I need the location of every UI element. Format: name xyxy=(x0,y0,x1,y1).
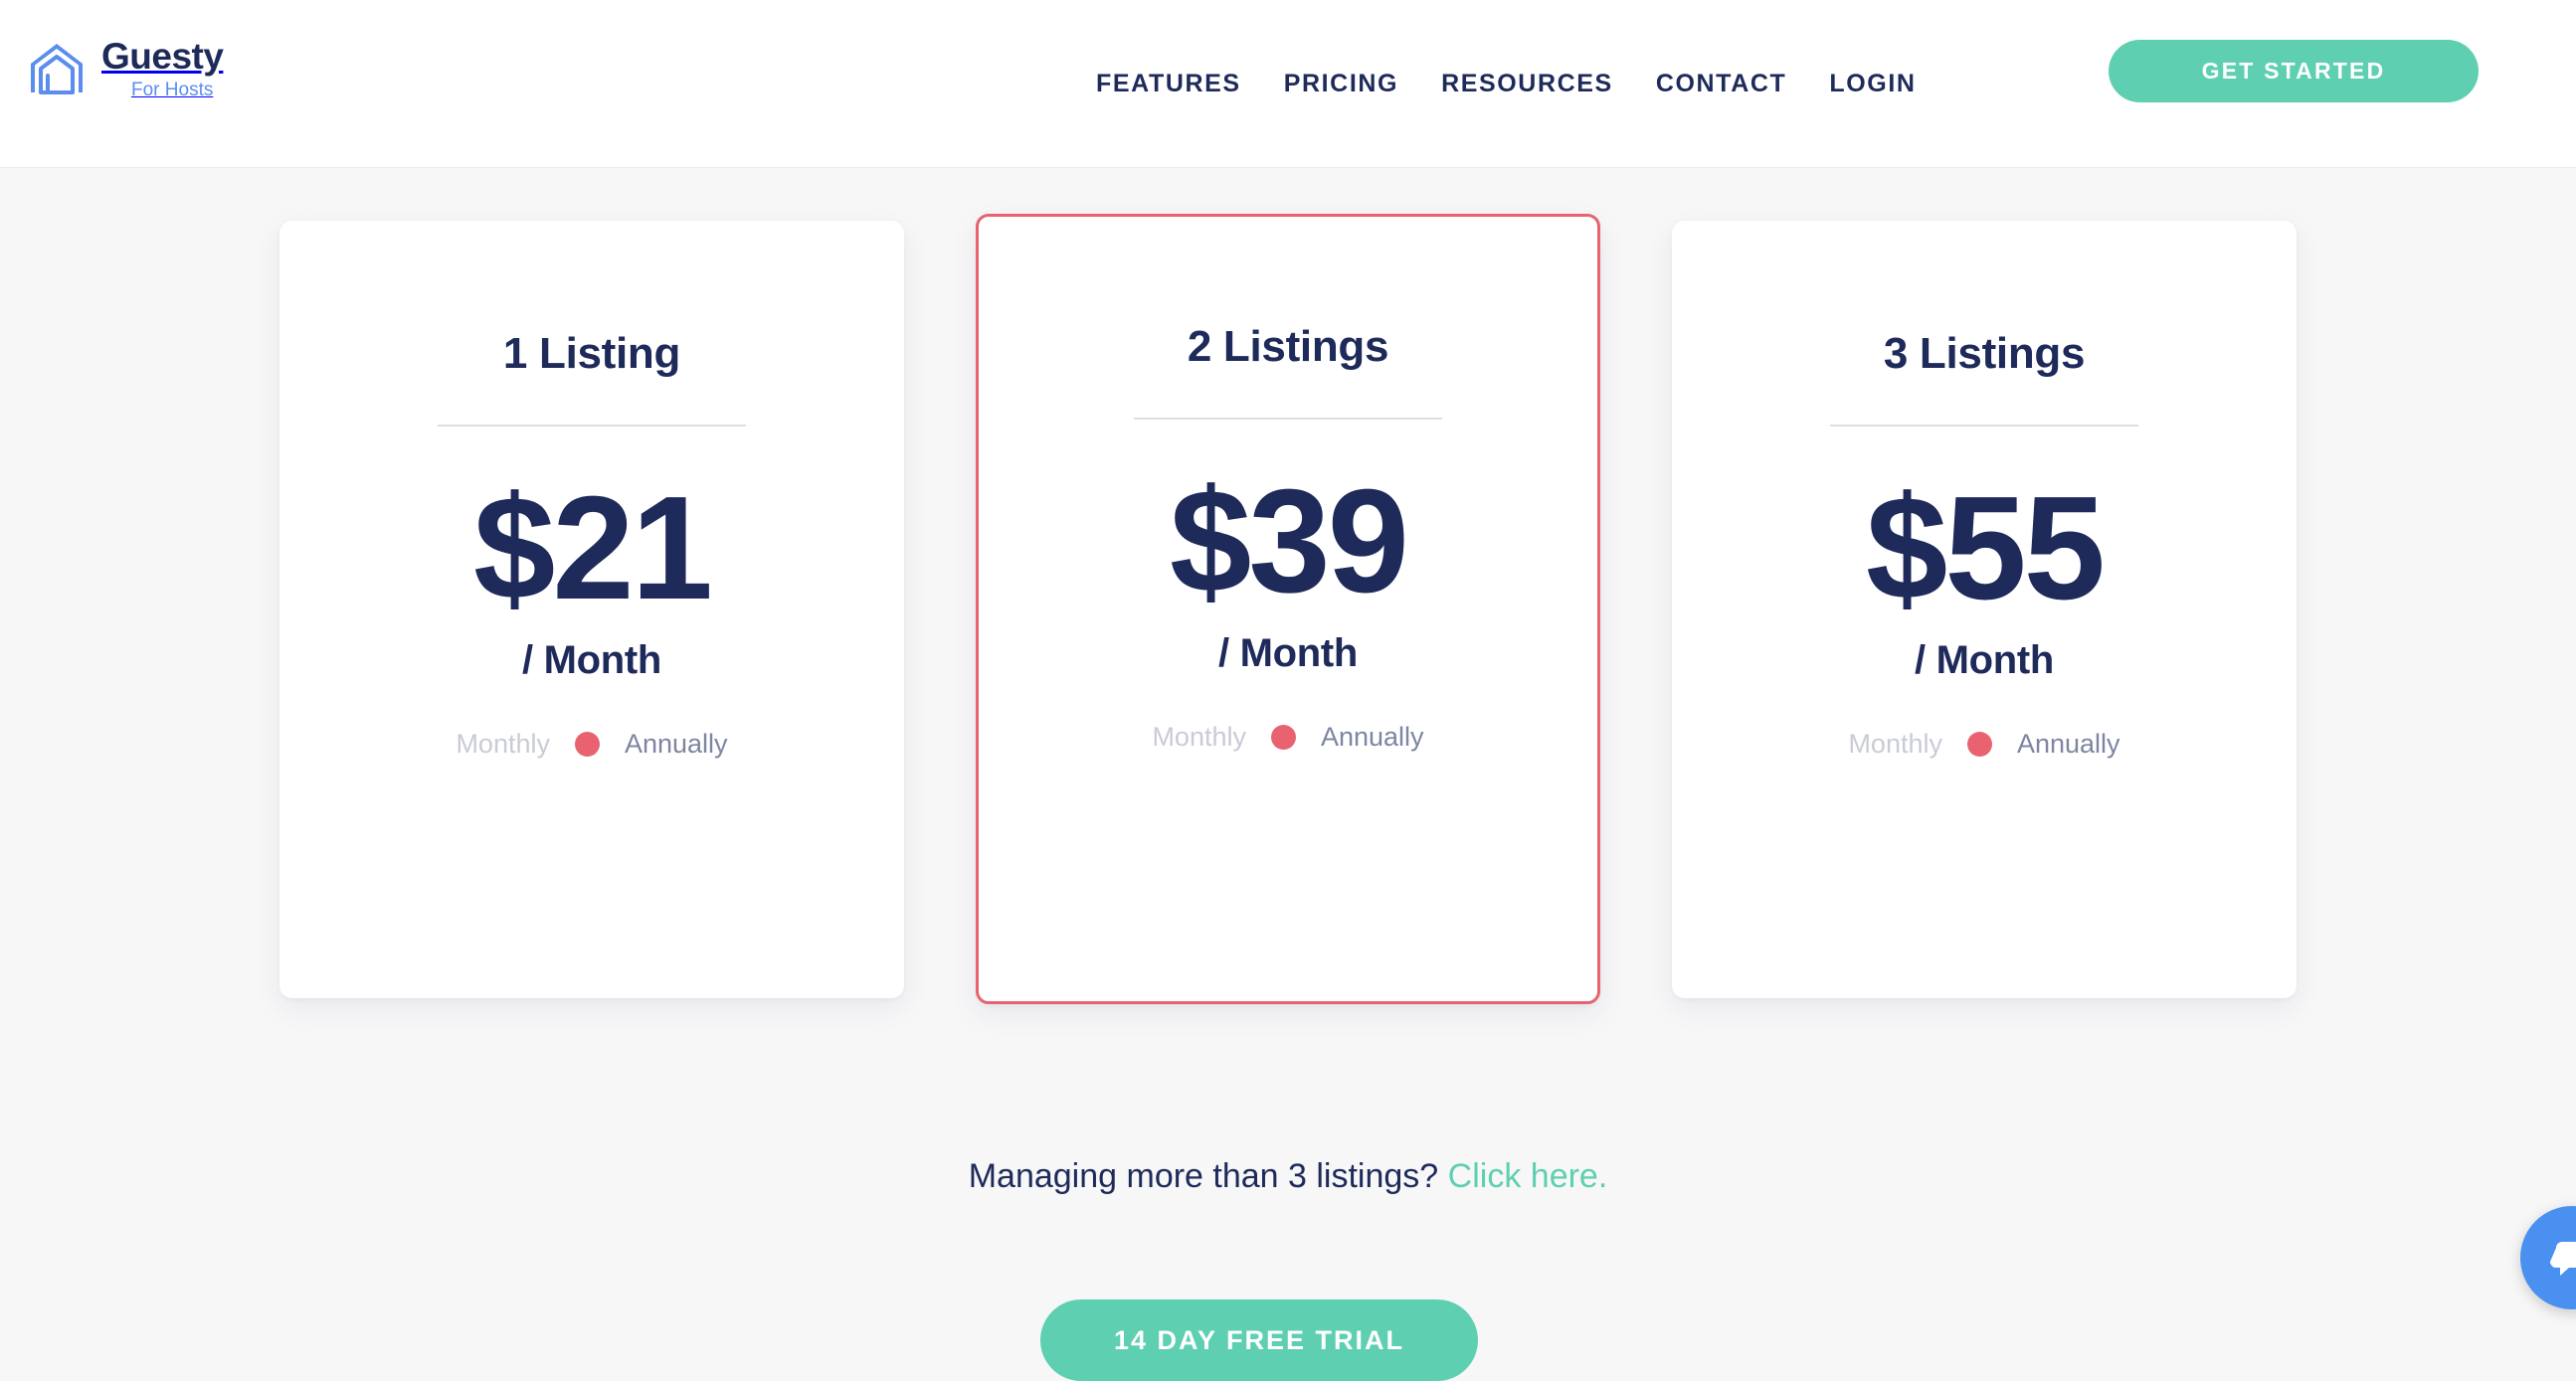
nav-item-features[interactable]: FEATURES xyxy=(1096,70,1241,98)
card-period: / Month xyxy=(1914,638,2055,682)
nav-item-pricing[interactable]: PRICING xyxy=(1284,70,1398,98)
card-divider xyxy=(1830,425,2138,427)
billing-annually-label[interactable]: Annually xyxy=(625,729,728,760)
card-title: 2 Listings xyxy=(1187,322,1389,371)
chat-bubble-icon xyxy=(2550,1242,2576,1276)
card-title: 1 Listing xyxy=(502,329,681,378)
pricing-card-2-listings[interactable]: 2 Listings $39 / Month Monthly Annually xyxy=(976,214,1600,1004)
card-price: $39 xyxy=(1170,459,1409,623)
card-divider xyxy=(438,425,746,427)
card-period: / Month xyxy=(521,638,662,682)
logo-text: Guesty For Hosts xyxy=(101,36,224,100)
nav-item-login[interactable]: LOGIN xyxy=(1829,70,1916,98)
card-price: $21 xyxy=(473,466,713,630)
billing-toggle[interactable]: Monthly Annually xyxy=(1848,729,2119,760)
card-divider xyxy=(1134,418,1442,420)
chat-widget-button[interactable] xyxy=(2520,1206,2576,1309)
billing-monthly-label[interactable]: Monthly xyxy=(1848,729,1942,760)
more-listings-line: Managing more than 3 listings? Click her… xyxy=(0,1157,2576,1196)
billing-monthly-label[interactable]: Monthly xyxy=(1152,722,1246,753)
more-listings-text: Managing more than 3 listings? xyxy=(968,1157,1439,1195)
card-period: / Month xyxy=(1217,631,1359,675)
pricing-cards: 1 Listing $21 / Month Monthly Annually 2… xyxy=(0,214,2576,1004)
billing-toggle-dot[interactable] xyxy=(574,732,600,757)
main-nav: FEATURES PRICING RESOURCES CONTACT LOGIN xyxy=(1096,0,1917,168)
site-header: Guesty For Hosts FEATURES PRICING RESOUR… xyxy=(0,0,2576,168)
logo-name: Guesty xyxy=(101,36,224,77)
nav-item-resources[interactable]: RESOURCES xyxy=(1441,70,1613,98)
house-outline-icon xyxy=(31,44,83,94)
get-started-button[interactable]: GET STARTED xyxy=(2109,40,2479,102)
billing-toggle[interactable]: Monthly Annually xyxy=(1152,722,1423,753)
billing-toggle-dot[interactable] xyxy=(1270,725,1296,750)
pricing-card-1-listing[interactable]: 1 Listing $21 / Month Monthly Annually xyxy=(279,221,904,998)
card-price: $55 xyxy=(1866,466,2106,630)
logo[interactable]: Guesty For Hosts xyxy=(26,36,224,100)
nav-item-contact[interactable]: CONTACT xyxy=(1656,70,1787,98)
billing-annually-label[interactable]: Annually xyxy=(2017,729,2120,760)
more-listings-link[interactable]: Click here. xyxy=(1448,1157,1608,1195)
free-trial-button[interactable]: 14 DAY FREE TRIAL xyxy=(1040,1299,1478,1381)
billing-monthly-label[interactable]: Monthly xyxy=(456,729,550,760)
logo-tagline: For Hosts xyxy=(131,80,214,100)
billing-toggle-dot[interactable] xyxy=(1966,732,1992,757)
billing-toggle[interactable]: Monthly Annually xyxy=(456,729,727,760)
pricing-card-3-listings[interactable]: 3 Listings $55 / Month Monthly Annually xyxy=(1672,221,2297,998)
pricing-page: Guesty For Hosts FEATURES PRICING RESOUR… xyxy=(0,0,2576,1381)
card-title: 3 Listings xyxy=(1883,329,2086,378)
billing-annually-label[interactable]: Annually xyxy=(1321,722,1424,753)
